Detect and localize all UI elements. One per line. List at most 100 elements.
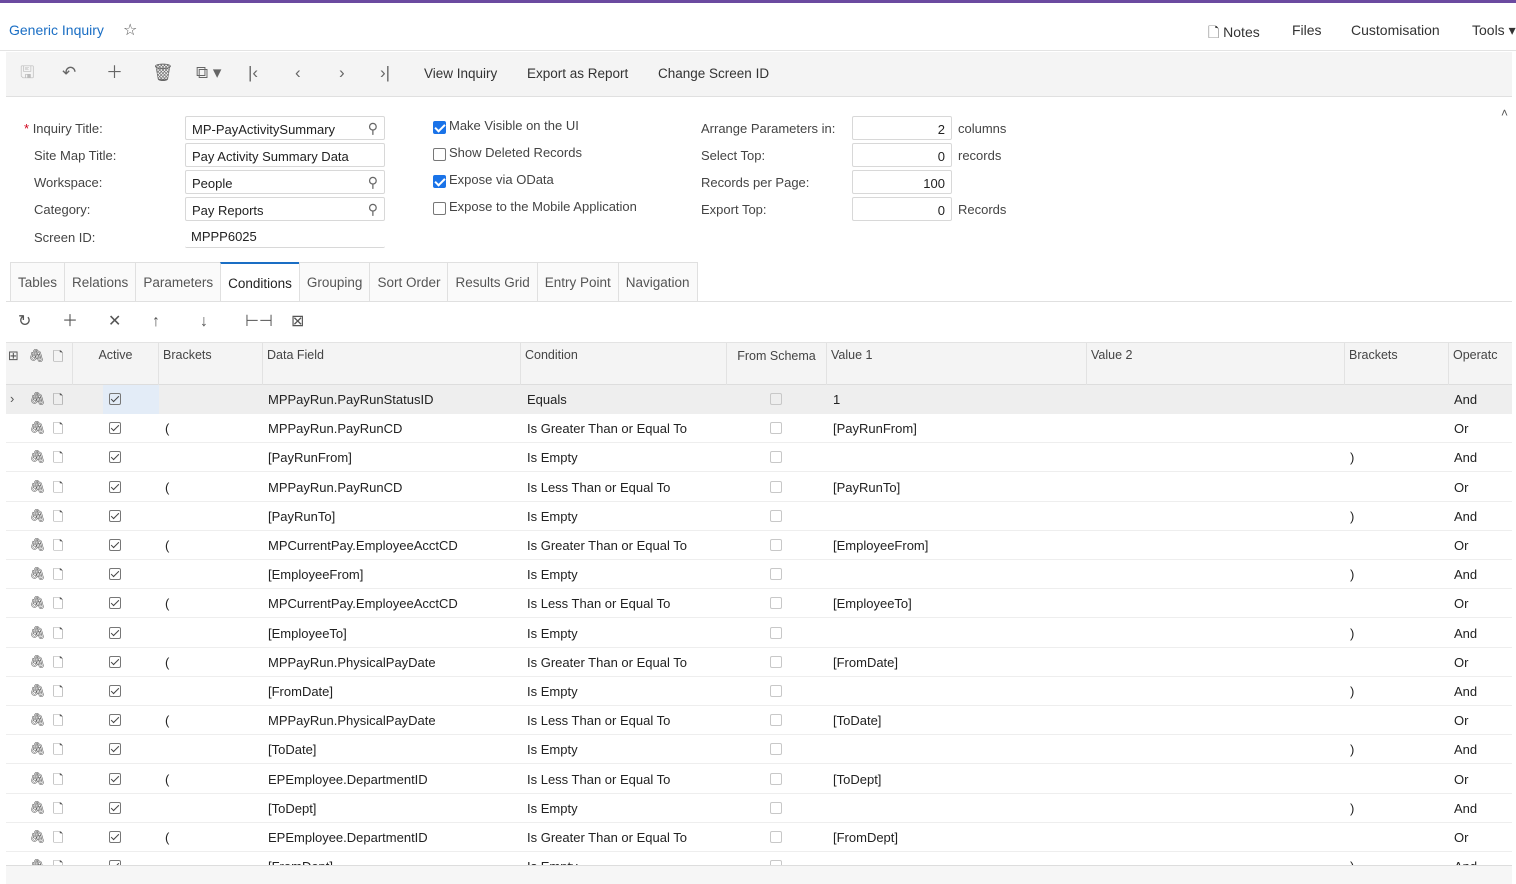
operator-cell[interactable]: And xyxy=(1454,801,1477,816)
last-record-icon[interactable]: ›| xyxy=(380,64,390,82)
table-row[interactable]: 🖇 🗋 (MPPayRun.PhysicalPayDate Is Less Than … xyxy=(6,706,1512,736)
open-bracket-cell[interactable]: ( xyxy=(165,421,169,436)
tab-results-grid[interactable]: Results Grid xyxy=(447,262,537,302)
table-row[interactable]: 🖇 🗋 [PayRunTo] Is Empty) And xyxy=(6,502,1512,531)
export-as-report-button[interactable]: Export as Report xyxy=(527,66,628,81)
tab-relations[interactable]: Relations xyxy=(64,262,136,302)
active-checkbox[interactable] xyxy=(109,772,121,785)
from-schema-checkbox[interactable] xyxy=(770,743,782,756)
note-icon[interactable]: 🗋 xyxy=(53,829,63,851)
operator-cell[interactable]: And xyxy=(1454,742,1477,757)
close-bracket-cell[interactable]: ) xyxy=(1350,801,1354,816)
make-visible-checkbox[interactable] xyxy=(433,121,446,134)
from-schema-checkbox[interactable] xyxy=(770,597,782,610)
operator-cell[interactable]: And xyxy=(1454,684,1477,699)
data-field-cell[interactable]: MPCurrentPay.EmployeeAcctCD xyxy=(268,538,458,553)
note-icon[interactable]: 🗋 xyxy=(53,479,63,501)
from-schema-checkbox[interactable] xyxy=(770,714,782,727)
data-field-cell[interactable]: [PayRunTo] xyxy=(268,509,335,524)
data-field-cell[interactable]: [ToDept] xyxy=(268,801,316,816)
value1-cell[interactable]: [EmployeeFrom] xyxy=(833,538,928,553)
workspace-field[interactable]: People ⚲ xyxy=(185,170,385,194)
condition-cell[interactable]: Is Empty xyxy=(527,567,578,582)
attachment-icon[interactable]: 🖇 xyxy=(29,625,46,641)
attachment-icon[interactable]: 🖇 xyxy=(29,566,46,582)
move-down-icon[interactable]: ↓ xyxy=(200,313,208,331)
attachment-icon[interactable]: 🖇 xyxy=(29,683,46,699)
close-bracket-cell[interactable]: ) xyxy=(1350,509,1354,524)
active-checkbox[interactable] xyxy=(109,714,121,727)
attachment-icon[interactable]: 🖇 xyxy=(29,654,46,670)
move-up-icon[interactable]: ↑ xyxy=(152,313,160,331)
open-bracket-cell[interactable]: ( xyxy=(165,596,169,611)
table-row[interactable]: 🖇 🗋 (MPPayRun.PhysicalPayDate Is Greater Th… xyxy=(6,648,1512,677)
active-checkbox[interactable] xyxy=(109,568,121,581)
from-schema-checkbox[interactable] xyxy=(770,451,782,464)
data-field-cell[interactable]: MPPayRun.PayRunCD xyxy=(268,421,402,436)
note-icon[interactable]: 🗋 xyxy=(53,508,63,530)
from-schema-checkbox[interactable] xyxy=(770,393,782,405)
operator-cell[interactable]: Or xyxy=(1454,538,1468,553)
expose-odata-checkbox[interactable] xyxy=(433,175,446,188)
active-checkbox[interactable] xyxy=(109,801,121,814)
note-icon[interactable]: 🗋 xyxy=(53,595,63,617)
delete-icon[interactable]: 🗑 xyxy=(152,64,174,82)
condition-cell[interactable]: Is Greater Than or Equal To xyxy=(527,421,687,436)
active-checkbox[interactable] xyxy=(109,480,121,493)
column-header-value2[interactable]: Value 2 xyxy=(1086,343,1344,385)
from-schema-checkbox[interactable] xyxy=(770,685,782,697)
from-schema-checkbox[interactable] xyxy=(770,831,782,843)
from-schema-checkbox[interactable] xyxy=(770,422,782,435)
value1-cell[interactable]: [EmployeeTo] xyxy=(833,596,912,611)
attachment-icon[interactable]: 🖇 xyxy=(29,391,46,407)
fit-columns-icon[interactable]: ⊢⊣ xyxy=(245,313,273,331)
expose-mobile-checkbox[interactable] xyxy=(433,202,446,215)
table-row[interactable]: 🖇 🗋 [ToDate] Is Empty) And xyxy=(6,735,1512,765)
attachment-icon[interactable]: 🖇 xyxy=(29,508,46,524)
note-icon[interactable]: 🗋 xyxy=(53,800,63,822)
operator-cell[interactable]: Or xyxy=(1454,772,1468,787)
search-icon[interactable]: ⚲ xyxy=(368,174,378,191)
close-bracket-cell[interactable]: ) xyxy=(1350,626,1354,641)
active-checkbox[interactable] xyxy=(109,685,121,697)
table-row[interactable]: 🖇 🗋 (MPPayRun.PayRunCD Is Less Than or Equa… xyxy=(6,473,1512,502)
column-header-operator[interactable]: Operatc xyxy=(1448,343,1512,385)
data-field-cell[interactable]: MPPayRun.PayRunCD xyxy=(268,480,402,495)
data-field-cell[interactable]: [EmployeeTo] xyxy=(268,626,347,641)
table-row[interactable]: 🖇 🗋 [FromDate] Is Empty) And xyxy=(6,677,1512,706)
condition-cell[interactable]: Is Greater Than or Equal To xyxy=(527,830,687,845)
export-top-field[interactable]: 0 xyxy=(852,197,952,221)
inquiry-title-field[interactable]: MP-PayActivitySummary ⚲ xyxy=(185,116,385,140)
table-row[interactable]: 🖇 🗋 [EmployeeFrom] Is Empty) And xyxy=(6,560,1512,590)
condition-cell[interactable]: Is Empty xyxy=(527,450,578,465)
from-schema-checkbox[interactable] xyxy=(770,626,782,639)
attachment-icon[interactable]: 🖇 xyxy=(29,537,46,553)
value1-cell[interactable]: [PayRunTo] xyxy=(833,480,900,495)
open-bracket-cell[interactable]: ( xyxy=(165,538,169,553)
attachment-icon[interactable]: 🖇 xyxy=(29,449,46,465)
close-bracket-cell[interactable]: ) xyxy=(1350,684,1354,699)
active-checkbox[interactable] xyxy=(109,597,121,610)
value1-cell[interactable]: [ToDate] xyxy=(833,713,881,728)
data-field-cell[interactable]: MPPayRun.PhysicalPayDate xyxy=(268,713,436,728)
note-icon[interactable]: 🗋 xyxy=(53,741,63,763)
data-field-cell[interactable]: MPPayRun.PhysicalPayDate xyxy=(268,655,436,670)
tab-entry-point[interactable]: Entry Point xyxy=(536,262,618,302)
delete-row-icon[interactable]: ✕ xyxy=(108,313,121,331)
operator-cell[interactable]: Or xyxy=(1454,655,1468,670)
operator-cell[interactable]: Or xyxy=(1454,421,1468,436)
tab-navigation[interactable]: Navigation xyxy=(617,262,698,302)
active-checkbox[interactable] xyxy=(109,743,121,756)
active-checkbox[interactable] xyxy=(109,509,121,522)
data-field-cell[interactable]: MPPayRun.PayRunStatusID xyxy=(268,392,433,407)
note-icon[interactable]: 🗋 xyxy=(53,537,63,559)
select-top-field[interactable]: 0 xyxy=(852,143,952,167)
tab-conditions[interactable]: Conditions xyxy=(220,262,299,302)
tab-grouping[interactable]: Grouping xyxy=(298,262,370,302)
data-field-cell[interactable]: EPEmployee.DepartmentID xyxy=(268,772,428,787)
open-bracket-cell[interactable]: ( xyxy=(165,655,169,670)
value1-cell[interactable]: [ToDept] xyxy=(833,772,881,787)
attachment-icon[interactable]: 🖇 xyxy=(29,771,46,787)
open-bracket-cell[interactable]: ( xyxy=(165,480,169,495)
condition-cell[interactable]: Is Greater Than or Equal To xyxy=(527,655,687,670)
